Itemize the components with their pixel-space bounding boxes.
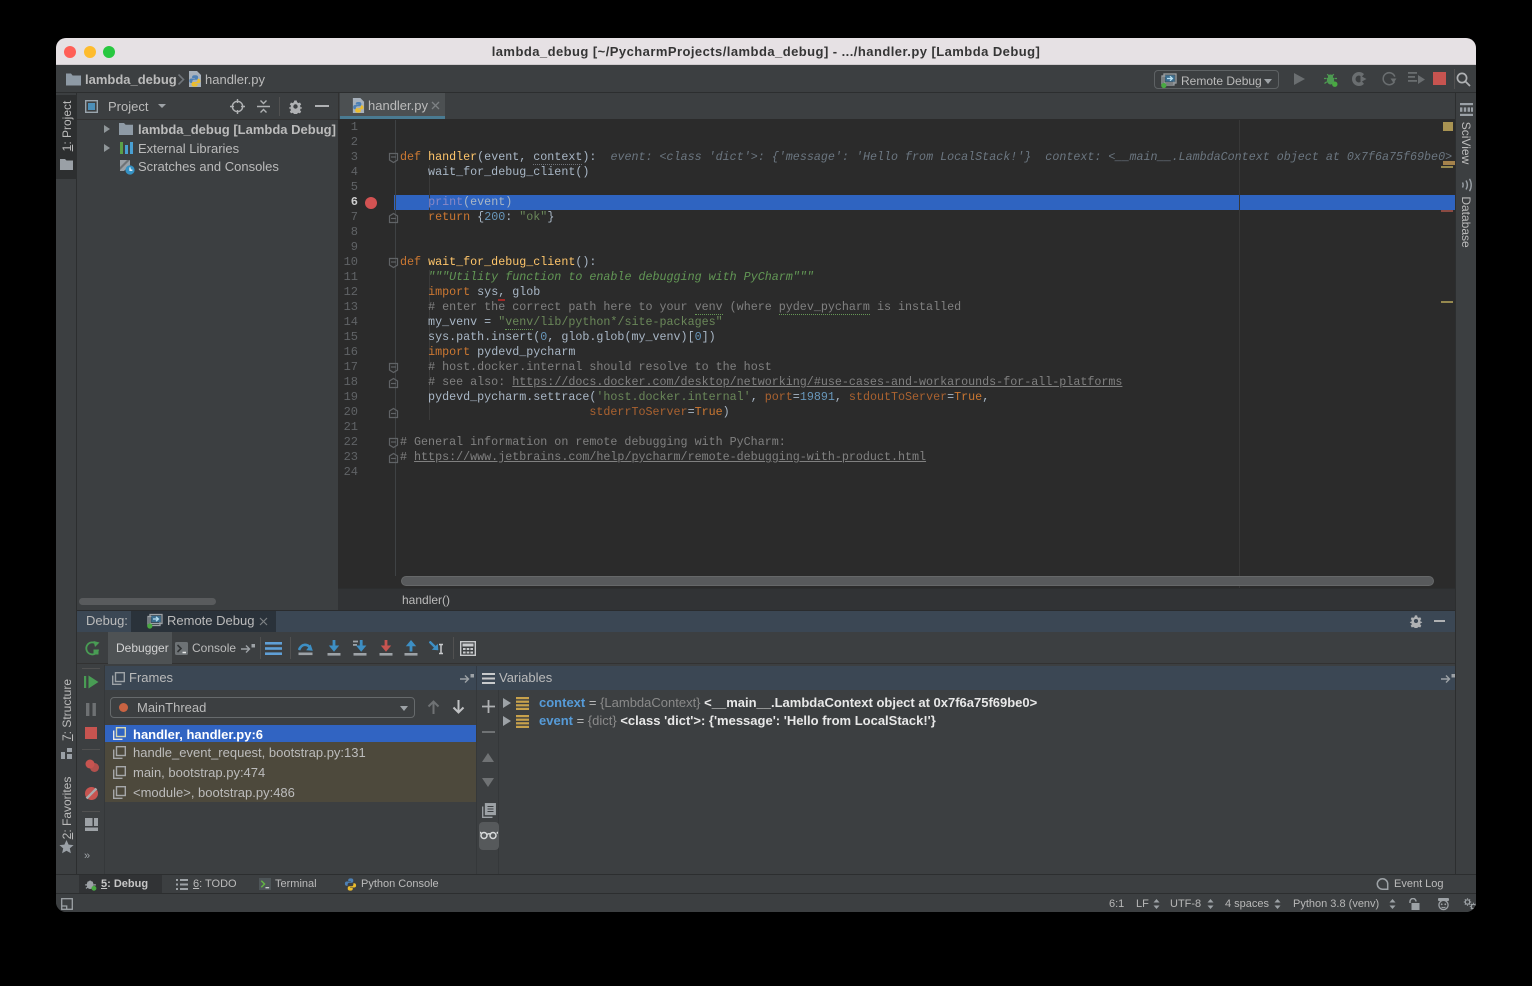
- svg-text:?: ?: [1475, 904, 1476, 912]
